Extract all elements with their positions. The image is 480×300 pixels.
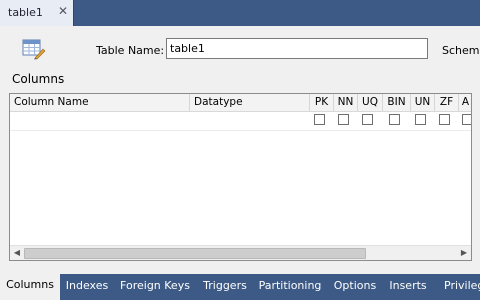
columns-section-title: Columns	[12, 72, 65, 86]
column-header-pk[interactable]: PK	[310, 94, 334, 111]
scroll-right-icon[interactable]: ▶	[457, 246, 471, 260]
document-tab-bar: table1 ✕	[0, 0, 480, 26]
tab-privileges[interactable]: Privileg	[432, 274, 480, 300]
document-tab-table1[interactable]: table1 ✕	[0, 0, 74, 26]
tab-partitioning[interactable]: Partitioning	[254, 274, 326, 300]
column-header-nn[interactable]: NN	[334, 94, 358, 111]
nn-checkbox[interactable]	[338, 114, 349, 125]
grid-header: Column Name Datatype PK NN UQ BIN UN ZF …	[10, 94, 471, 112]
columns-grid[interactable]: Column Name Datatype PK NN UQ BIN UN ZF …	[9, 93, 472, 261]
document-tab-label: table1	[8, 6, 43, 19]
column-header-bin[interactable]: BIN	[383, 94, 411, 111]
scroll-left-icon[interactable]: ◀	[10, 246, 24, 260]
zf-checkbox[interactable]	[439, 114, 450, 125]
column-header-ai[interactable]: A	[459, 94, 471, 111]
table-name-label: Table Name:	[96, 44, 165, 57]
new-column-row[interactable]	[10, 111, 471, 131]
column-header-datatype[interactable]: Datatype	[190, 94, 310, 111]
un-checkbox[interactable]	[415, 114, 426, 125]
tab-inserts[interactable]: Inserts	[384, 274, 432, 300]
tab-options[interactable]: Options	[326, 274, 384, 300]
tab-foreign-keys[interactable]: Foreign Keys	[114, 274, 196, 300]
uq-checkbox[interactable]	[362, 114, 373, 125]
column-header-un[interactable]: UN	[411, 94, 435, 111]
table-name-input[interactable]	[166, 38, 428, 59]
column-header-zf[interactable]: ZF	[435, 94, 459, 111]
column-header-uq[interactable]: UQ	[358, 94, 383, 111]
schema-label: Schema	[442, 44, 480, 57]
tab-indexes[interactable]: Indexes	[60, 274, 114, 300]
horizontal-scrollbar[interactable]: ◀ ▶	[10, 245, 471, 260]
scrollbar-thumb[interactable]	[24, 248, 366, 259]
editor-tab-bar: Columns Indexes Foreign Keys Triggers Pa…	[0, 273, 480, 300]
ai-checkbox[interactable]	[462, 114, 471, 125]
table-edit-icon	[22, 39, 46, 60]
tab-columns[interactable]: Columns	[0, 273, 60, 300]
tab-triggers[interactable]: Triggers	[196, 274, 254, 300]
pk-checkbox[interactable]	[314, 114, 325, 125]
bin-checkbox[interactable]	[389, 114, 400, 125]
column-header-column-name[interactable]: Column Name	[10, 94, 190, 111]
close-icon[interactable]: ✕	[58, 4, 68, 18]
